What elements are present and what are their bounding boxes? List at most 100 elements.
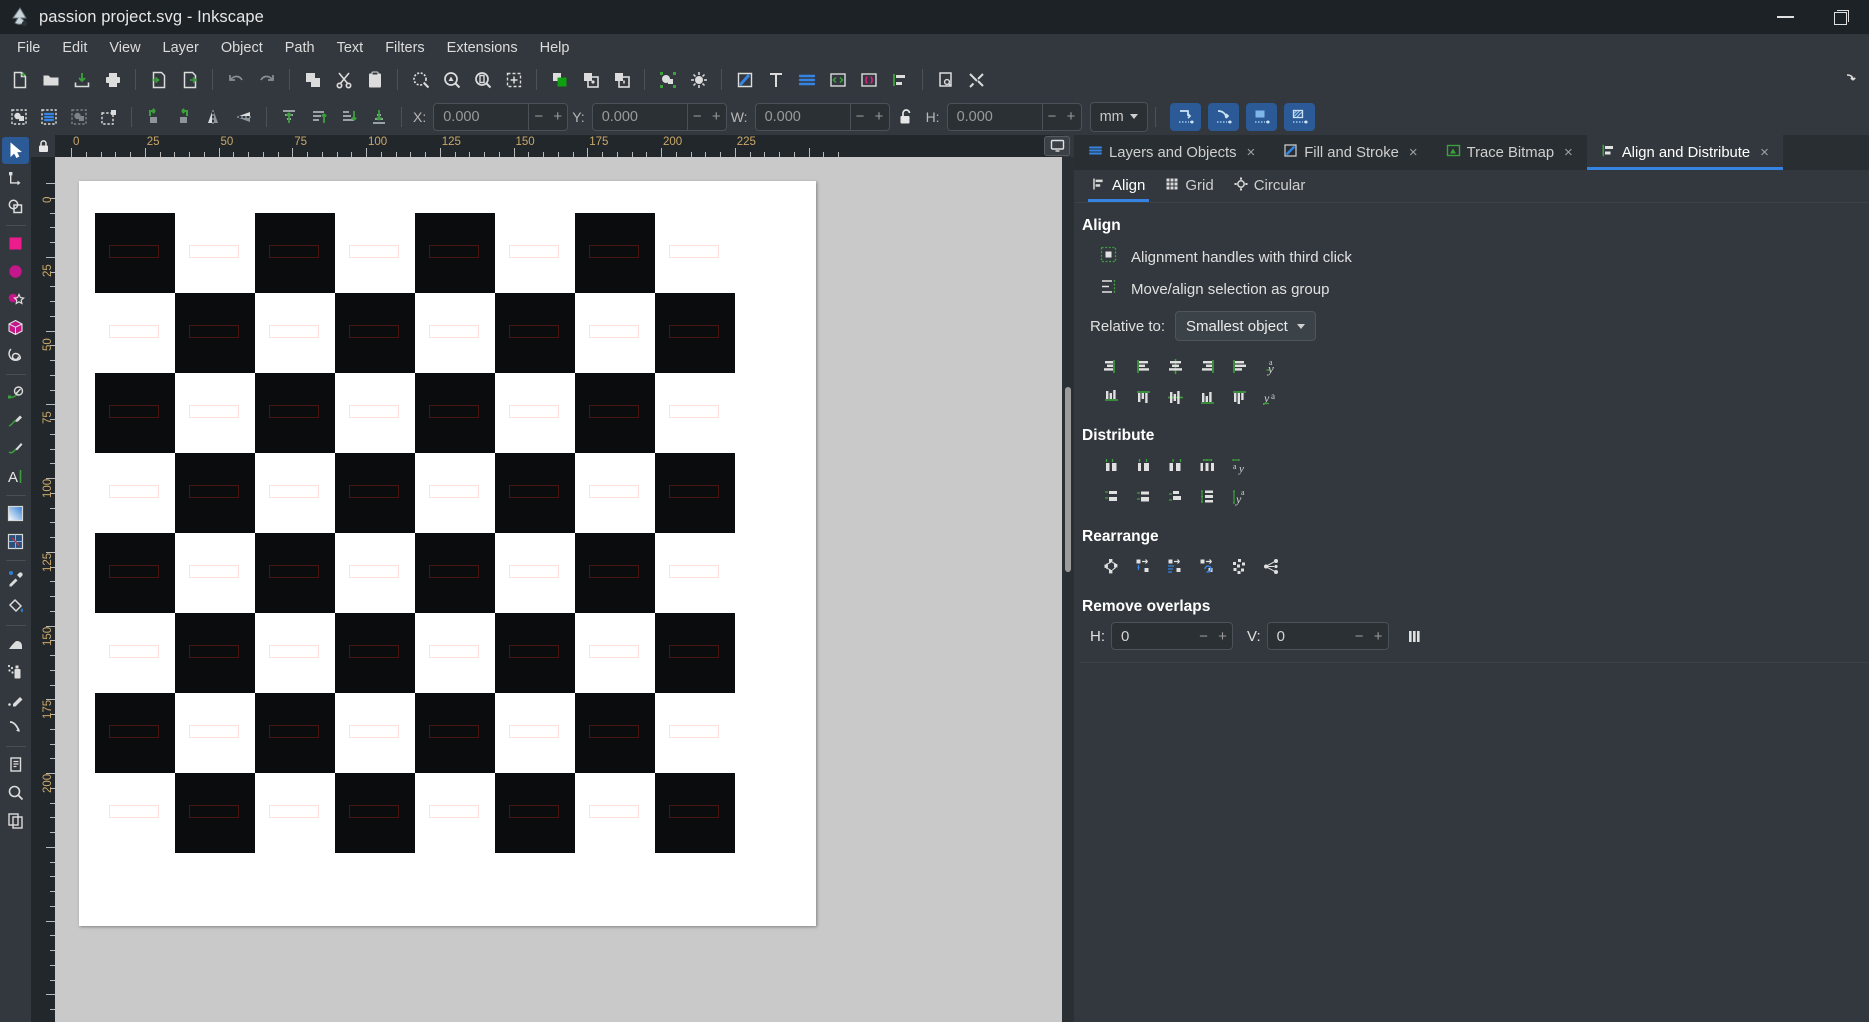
checker-square[interactable] <box>575 293 655 373</box>
checker-square[interactable] <box>575 373 655 453</box>
menu-text[interactable]: Text <box>326 37 375 59</box>
spray-can-icon[interactable] <box>2 658 29 685</box>
w-decrement[interactable]: − <box>851 104 870 130</box>
magnifier-icon[interactable] <box>2 779 29 806</box>
graph-layout-icon[interactable] <box>1096 552 1126 580</box>
zoom-drawing-icon[interactable] <box>436 64 467 95</box>
preferences-icon[interactable] <box>961 64 992 95</box>
eyedropper-icon[interactable] <box>2 565 29 592</box>
checker-square[interactable] <box>655 613 735 693</box>
xml-editor-selection-icon[interactable] <box>683 64 714 95</box>
randomize-positions-icon[interactable] <box>1224 552 1254 580</box>
checker-square-inner-rect[interactable] <box>669 485 719 499</box>
checker-square[interactable] <box>415 213 495 293</box>
checker-square[interactable] <box>575 773 655 853</box>
checker-square[interactable] <box>415 693 495 773</box>
checker-square[interactable] <box>255 693 335 773</box>
calligraphy-brush-icon[interactable] <box>2 435 29 462</box>
overlap-h-field[interactable]: − + <box>1111 622 1233 650</box>
exchange-selection-order-icon[interactable] <box>1128 552 1158 580</box>
h-increment[interactable]: + <box>1062 104 1081 130</box>
checker-square-inner-rect[interactable] <box>429 805 479 819</box>
checker-square[interactable] <box>95 373 175 453</box>
checker-square[interactable] <box>655 773 735 853</box>
close-icon[interactable]: × <box>1760 144 1769 161</box>
checker-square[interactable] <box>255 213 335 293</box>
checker-square-inner-rect[interactable] <box>109 325 159 339</box>
checker-square-inner-rect[interactable] <box>269 805 319 819</box>
checker-square[interactable] <box>415 773 495 853</box>
select-all-icon[interactable] <box>4 102 34 132</box>
lower-icon[interactable] <box>334 102 364 132</box>
node-editor-icon[interactable] <box>2 165 29 192</box>
checker-square-inner-rect[interactable] <box>589 325 639 339</box>
checker-square[interactable] <box>415 613 495 693</box>
distribute-right-edges-icon[interactable] <box>1160 451 1190 479</box>
checker-square-inner-rect[interactable] <box>589 725 639 739</box>
command-toolbar-overflow[interactable] <box>1834 65 1865 96</box>
checker-square-inner-rect[interactable] <box>509 325 559 339</box>
checker-square[interactable] <box>335 773 415 853</box>
checker-square-inner-rect[interactable] <box>589 245 639 259</box>
checker-square[interactable] <box>175 533 255 613</box>
overlap-v-decrement[interactable]: − <box>1350 623 1369 649</box>
objects-dialog-icon[interactable] <box>652 64 683 95</box>
pencil-icon[interactable] <box>2 407 29 434</box>
menu-object[interactable]: Object <box>210 37 274 59</box>
bezier-pen-icon[interactable] <box>2 379 29 406</box>
checker-square[interactable] <box>335 213 415 293</box>
checker-square[interactable] <box>255 613 335 693</box>
tweak-hand-icon[interactable] <box>2 630 29 657</box>
zoom-selection-icon[interactable] <box>405 64 436 95</box>
save-document-icon[interactable] <box>66 64 97 95</box>
overlap-v-field[interactable]: − + <box>1266 622 1389 650</box>
checker-square-inner-rect[interactable] <box>349 805 399 819</box>
xml-editor-icon[interactable] <box>822 64 853 95</box>
layers-icon[interactable] <box>791 64 822 95</box>
text-baseline-horizontal-icon[interactable]: ya <box>1256 383 1286 411</box>
checker-square[interactable] <box>255 293 335 373</box>
checker-square[interactable] <box>575 533 655 613</box>
y-input[interactable] <box>592 108 687 125</box>
center-on-vertical-axis-icon[interactable] <box>1160 352 1190 380</box>
text-anchor-vertical-icon[interactable]: ay <box>1256 352 1286 380</box>
checker-square[interactable] <box>175 213 255 293</box>
checker-square-inner-rect[interactable] <box>509 405 559 419</box>
zoom-fit-page-icon[interactable] <box>498 64 529 95</box>
checker-square[interactable] <box>335 693 415 773</box>
checker-square-inner-rect[interactable] <box>269 645 319 659</box>
cut-icon[interactable] <box>328 64 359 95</box>
checker-square[interactable] <box>175 453 255 533</box>
checker-square[interactable] <box>415 373 495 453</box>
scrollbar-thumb[interactable] <box>1065 387 1071 572</box>
checker-square-inner-rect[interactable] <box>109 405 159 419</box>
y-field[interactable]: −+ <box>591 102 727 131</box>
checker-square-inner-rect[interactable] <box>509 645 559 659</box>
eraser-icon[interactable] <box>2 686 29 713</box>
checker-square-inner-rect[interactable] <box>109 725 159 739</box>
ungroup-icon[interactable] <box>606 64 637 95</box>
relative-to-dropdown[interactable]: Smallest object <box>1175 311 1316 341</box>
group-icon[interactable] <box>575 64 606 95</box>
checker-square[interactable] <box>415 453 495 533</box>
distribute-horizontal-gaps-icon[interactable] <box>1192 451 1222 479</box>
flip-vertical-icon[interactable] <box>229 102 259 132</box>
cube-icon[interactable] <box>2 314 29 341</box>
checker-square[interactable] <box>255 773 335 853</box>
checker-square-inner-rect[interactable] <box>349 565 399 579</box>
checker-square-inner-rect[interactable] <box>189 565 239 579</box>
checker-square-inner-rect[interactable] <box>429 325 479 339</box>
checker-square-inner-rect[interactable] <box>269 405 319 419</box>
zoom-page-icon[interactable] <box>467 64 498 95</box>
checker-square[interactable] <box>175 293 255 373</box>
checker-square-inner-rect[interactable] <box>349 725 399 739</box>
distribute-centers-horizontally-icon[interactable] <box>1128 451 1158 479</box>
boolean-ops-icon[interactable] <box>2 193 29 220</box>
x-increment[interactable]: + <box>548 104 567 130</box>
mesh-gradient-icon[interactable] <box>2 528 29 555</box>
distribute-centers-vertically-icon[interactable] <box>1128 482 1158 510</box>
connector-arrow-icon[interactable] <box>2 714 29 741</box>
checker-square-inner-rect[interactable] <box>109 485 159 499</box>
select-all-layers-icon[interactable] <box>34 102 64 132</box>
undo-icon[interactable] <box>220 64 251 95</box>
